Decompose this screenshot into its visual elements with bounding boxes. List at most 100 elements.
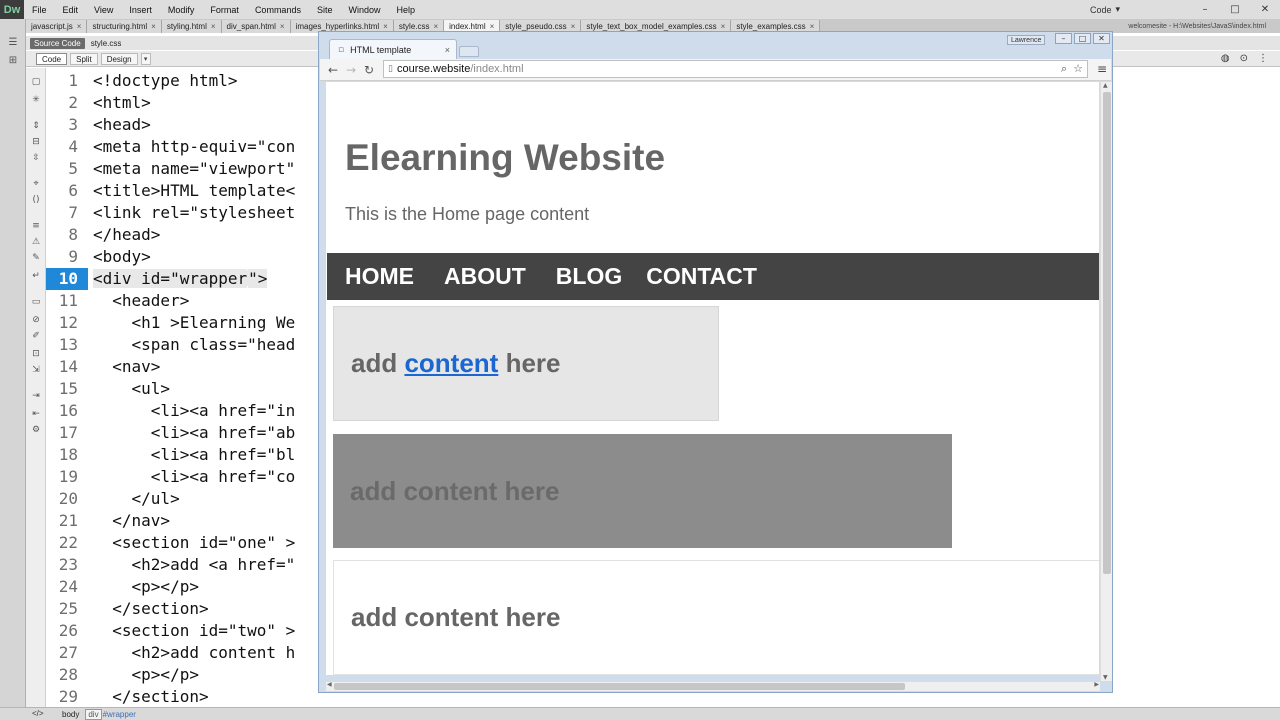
close-icon[interactable]: × [151, 20, 156, 33]
design-view-button[interactable]: Design [100, 52, 138, 65]
code-line[interactable]: <section id="two" > [93, 620, 319, 642]
code-line[interactable]: <span class="head [93, 334, 319, 356]
close-icon[interactable]: × [211, 20, 216, 33]
collapse-selection-icon[interactable]: ⊟ [29, 136, 43, 148]
horizontal-scroll-thumb[interactable] [334, 683, 905, 690]
close-icon[interactable]: × [77, 20, 82, 33]
recent-snippets-icon[interactable]: ⊡ [29, 348, 43, 360]
reload-icon[interactable]: ↻ [360, 63, 378, 77]
code-line[interactable]: <li><a href="co [93, 466, 319, 488]
doc-tab-javascript-js[interactable]: javascript.js × [26, 20, 88, 33]
code-view-button[interactable]: Code [36, 52, 68, 65]
menu-modify[interactable]: Modify [160, 5, 203, 15]
code-line[interactable]: <li><a href="bl [93, 444, 319, 466]
code-line[interactable]: <!doctype html> [93, 70, 319, 92]
move-css-icon[interactable]: ⇲ [29, 364, 43, 376]
menu-view[interactable]: View [86, 5, 121, 15]
code-line[interactable]: </section> [93, 598, 319, 620]
menu-site[interactable]: Site [309, 5, 341, 15]
code-line[interactable]: </head> [93, 224, 319, 246]
tag-div-id[interactable]: #wrapper [103, 710, 136, 719]
close-icon[interactable]: × [445, 45, 450, 55]
options-icon[interactable]: ⋮ [1258, 53, 1268, 64]
menu-help[interactable]: Help [388, 5, 423, 15]
code-line[interactable]: <meta http-equiv="con [93, 136, 319, 158]
scroll-left-icon[interactable]: ◀ [327, 681, 332, 688]
maximize-button[interactable]: □ [1220, 0, 1250, 19]
nav-link-contact[interactable]: CONTACT [646, 263, 757, 290]
collapse-tag-icon[interactable]: ⇕ [29, 120, 43, 132]
code-line[interactable]: <nav> [93, 356, 319, 378]
search-icon[interactable]: ⌕ [1061, 62, 1067, 76]
chevron-down-icon[interactable]: ▾ [140, 52, 151, 65]
highlight-invalid-icon[interactable]: ⚠ [29, 236, 43, 248]
code-line[interactable]: <h1 >Elearning We [93, 312, 319, 334]
scroll-right-icon[interactable]: ▶ [1094, 681, 1099, 688]
code-line[interactable]: </section> [93, 686, 319, 708]
code-line[interactable]: <section id="one" > [93, 532, 319, 554]
nav-link-blog[interactable]: BLOG [556, 263, 622, 290]
remove-comment-icon[interactable]: ⊘ [29, 314, 43, 326]
user-badge[interactable]: Lawrence [1007, 35, 1046, 45]
line-numbers-icon[interactable]: ≡ [29, 220, 43, 232]
code-line[interactable]: <li><a href="ab [93, 422, 319, 444]
word-wrap-icon[interactable]: ↵ [29, 270, 43, 282]
browser-tab[interactable]: ▫ HTML template × [329, 39, 457, 59]
browser-maximize-button[interactable]: □ [1074, 33, 1091, 44]
browser-minimize-button[interactable]: – [1055, 33, 1072, 44]
doc-tab-styling-html[interactable]: styling.html × [161, 20, 222, 33]
code-line[interactable]: <head> [93, 114, 319, 136]
format-source-icon[interactable]: ⚙ [29, 424, 43, 436]
new-tab-button[interactable] [459, 46, 479, 57]
outdent-icon[interactable]: ⇤ [29, 408, 43, 420]
close-button[interactable]: ✕ [1250, 0, 1280, 19]
open-documents-icon[interactable]: ▢ [29, 76, 43, 88]
doc-tab-structuring-html[interactable]: structuring.html × [87, 20, 162, 33]
tag-selector-icon[interactable]: </> [32, 709, 44, 718]
wrap-tag-icon[interactable]: ✐ [29, 330, 43, 342]
workspace-switcher[interactable]: Code ▾ [1090, 4, 1120, 15]
balance-braces-icon[interactable]: () [29, 194, 43, 206]
code-line[interactable]: <h2>add <a href=" [93, 554, 319, 576]
asterisk-icon[interactable]: ✳ [29, 94, 43, 106]
minimize-button[interactable]: – [1190, 0, 1220, 19]
code-line[interactable]: <p></p> [93, 576, 319, 598]
vertical-scroll-thumb[interactable] [1103, 92, 1111, 574]
menu-format[interactable]: Format [202, 5, 247, 15]
browser-menu-icon[interactable]: ≡ [1097, 62, 1107, 76]
apply-comment-icon[interactable]: ▭ [29, 296, 43, 308]
indent-icon[interactable]: ⇥ [29, 390, 43, 402]
code-line[interactable]: <h2>add content h [93, 642, 319, 664]
code-line[interactable]: </nav> [93, 510, 319, 532]
code-line[interactable]: <meta name="viewport" [93, 158, 319, 180]
code-line[interactable]: <html> [93, 92, 319, 114]
browser-close-button[interactable]: ✕ [1093, 33, 1110, 44]
menu-window[interactable]: Window [340, 5, 388, 15]
tag-div[interactable]: div [85, 708, 102, 720]
address-bar[interactable]: ▯ course.website/index.html ⌕ ☆ [383, 60, 1088, 78]
scroll-up-icon[interactable]: ▲ [1103, 82, 1108, 89]
code-line[interactable]: <title>HTML template< [93, 180, 319, 202]
split-view-button[interactable]: Split [70, 52, 98, 65]
code-line[interactable]: <link rel="stylesheet [93, 202, 319, 224]
content-link[interactable]: content [404, 348, 498, 378]
code-line[interactable]: <header> [93, 290, 319, 312]
horizontal-scrollbar[interactable]: ◀ ▶ [326, 681, 1100, 691]
syntax-error-icon[interactable]: ✎ [29, 252, 43, 264]
files-panel-icon[interactable]: ☰ [6, 36, 20, 48]
bookmark-star-icon[interactable]: ☆ [1073, 62, 1083, 76]
code-line[interactable]: <body> [93, 246, 319, 268]
menu-commands[interactable]: Commands [247, 5, 309, 15]
menu-file[interactable]: File [24, 5, 55, 15]
sitemap-icon[interactable]: ⊞ [6, 54, 20, 66]
current-code-line[interactable]: <div id="wrapper"> [93, 268, 319, 290]
expand-all-icon[interactable]: ⇳ [29, 152, 43, 164]
close-icon[interactable]: × [280, 20, 285, 33]
back-arrow-icon[interactable]: ← [324, 63, 342, 77]
forward-arrow-icon[interactable]: → [342, 63, 360, 77]
nav-link-about[interactable]: ABOUT [444, 263, 526, 290]
menu-edit[interactable]: Edit [55, 5, 87, 15]
menu-insert[interactable]: Insert [121, 5, 160, 15]
code-line[interactable]: <li><a href="in [93, 400, 319, 422]
globe-icon[interactable]: ◍ [1221, 53, 1230, 64]
